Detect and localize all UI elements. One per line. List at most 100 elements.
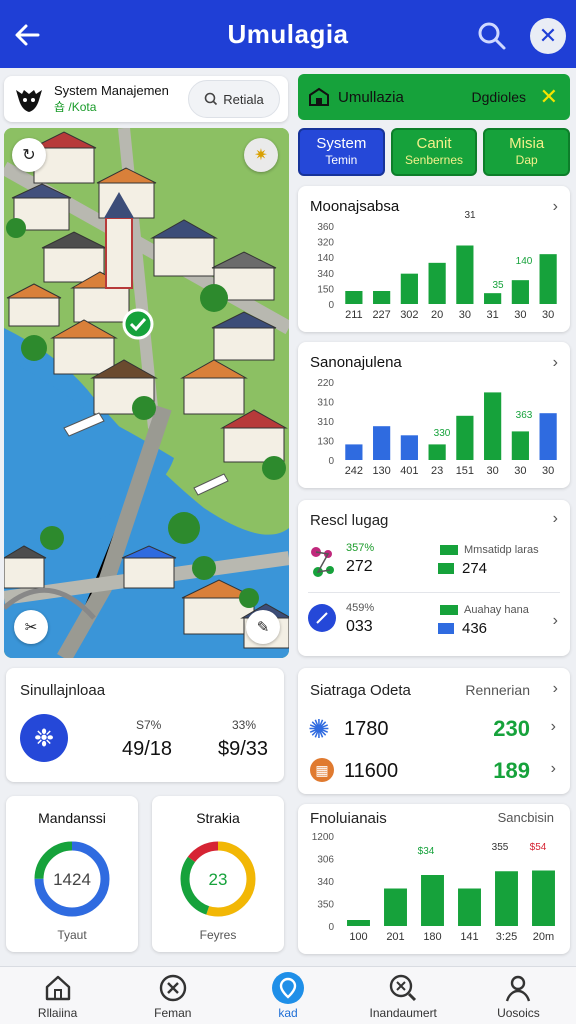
- close-button[interactable]: ✕: [530, 18, 566, 54]
- search-button[interactable]: Retiala: [188, 80, 280, 118]
- gear-icon: ✷: [254, 147, 268, 164]
- molecule-icon: [311, 547, 334, 577]
- stat-card[interactable]: Siatraga Odeta Rennerian › ✺ 1780 230 › …: [298, 668, 570, 794]
- bar: [495, 871, 518, 926]
- refresh-icon: ↻: [22, 147, 36, 164]
- simulation-pct-2: 33%: [232, 718, 257, 732]
- x-tick-label: 180: [423, 931, 441, 943]
- data-label: 363: [516, 410, 533, 421]
- tab-sublabel: Senbernes: [404, 153, 464, 167]
- y-tick-label: 340: [317, 269, 334, 280]
- x-tick-label: 30: [487, 465, 499, 477]
- tab-label: Misia: [509, 135, 545, 152]
- simulation-card[interactable]: Sinullajnloaa ❉ S7% 49/18 33% $9/33: [6, 668, 284, 782]
- data-label: 330: [434, 428, 451, 439]
- bar: [484, 392, 502, 460]
- module-header-bar[interactable]: Umullazia Dgdioles ✕: [298, 74, 570, 120]
- search-button-label: Retiala: [223, 91, 264, 107]
- chart-card-3[interactable]: Fnoluianais Sancbisin 1200 306 340 350 0 100 2…: [298, 804, 570, 954]
- tab-label: System: [316, 135, 367, 152]
- back-arrow-icon[interactable]: [12, 20, 42, 50]
- donut-card-2[interactable]: Strakia 23 Feyres: [152, 796, 284, 952]
- stat-value: 1780: [344, 718, 389, 740]
- tab-label: Canit: [416, 135, 452, 152]
- nav-item-inandaumert[interactable]: Inandaumert: [346, 967, 461, 1024]
- nav-item-kad[interactable]: kad: [230, 967, 345, 1024]
- result-value-2: 274: [438, 560, 487, 577]
- stat-row[interactable]: ▦ 11600 189 ›: [308, 754, 560, 788]
- tools-icon: ✂: [24, 619, 38, 636]
- result-percent: 357%: [346, 542, 375, 554]
- bar: [511, 431, 529, 460]
- bar: [421, 875, 444, 926]
- bar: [345, 444, 363, 460]
- nav-label: Feman: [154, 1005, 192, 1020]
- stat-row[interactable]: ✺ 1780 230 ›: [308, 712, 560, 746]
- donut-card-1[interactable]: Mandanssi 1424 Tyaut: [6, 796, 138, 952]
- map-settings-button[interactable]: ✷: [244, 138, 278, 172]
- x-tick-label: 30: [459, 309, 471, 321]
- legend-label: Mmsatidp laras: [464, 544, 539, 556]
- map-tools-button[interactable]: ✂: [14, 610, 48, 644]
- y-tick-label: 310: [317, 417, 334, 428]
- data-label: $34: [418, 846, 435, 857]
- y-tick-label: 150: [317, 284, 334, 295]
- bar: [484, 293, 502, 304]
- result-row: 459% 033 Auahay hana 436 ›: [308, 602, 560, 646]
- close-circle-icon: [159, 974, 186, 1001]
- data-label: 31: [464, 210, 476, 221]
- system-header-card: System Manajemen 숍 /Kota Retiala: [4, 76, 288, 122]
- bar: [532, 870, 555, 926]
- bull-logo-icon: [16, 90, 42, 112]
- close-icon: ✕: [538, 23, 558, 48]
- x-tick-label: 30: [542, 465, 554, 477]
- x-tick-label: 401: [400, 465, 418, 477]
- y-tick-label: 140: [317, 253, 334, 264]
- tab-misia[interactable]: Misia Dap: [483, 128, 571, 176]
- chart-card-2[interactable]: Sanonajulena › 220 310 310 130 0 242 130 401 23 1…: [298, 342, 570, 488]
- bar: [373, 426, 391, 460]
- tab-bar: System Temin Canit Senbernes Misia Dap: [298, 128, 571, 176]
- tab-canit[interactable]: Canit Senbernes: [390, 128, 478, 176]
- chevron-right-icon[interactable]: ›: [553, 612, 558, 630]
- map-pin-button[interactable]: ✎: [246, 610, 280, 644]
- chevron-right-icon[interactable]: ›: [553, 510, 558, 528]
- bottom-navigation: Rllaiina Feman kad Inandaumert Uosoics: [0, 966, 576, 1024]
- bar-chart-2: 220 310 310 130 0 242 130 401 23 151 30 30 30 330 363: [317, 378, 557, 477]
- result-value-2: 436: [438, 620, 487, 637]
- building-icon: [309, 87, 329, 106]
- nav-item-uosoics[interactable]: Uosoics: [461, 967, 576, 1024]
- chevron-right-icon[interactable]: ›: [553, 680, 558, 698]
- chevron-right-icon[interactable]: ›: [551, 718, 556, 736]
- donut-footer: Tyaut: [57, 928, 87, 942]
- donut-title: Strakia: [196, 810, 240, 826]
- nav-item-home[interactable]: Rllaiina: [0, 967, 115, 1024]
- y-tick-label: 340: [317, 877, 334, 888]
- city-map[interactable]: ↻ ✷ ✂ ✎: [4, 128, 289, 658]
- x-tick-label: 20: [431, 309, 443, 321]
- x-tick-label: 302: [400, 309, 418, 321]
- legend-swatch: [440, 605, 458, 615]
- tab-sublabel: Dap: [515, 153, 538, 167]
- atom-icon: ❉: [33, 724, 55, 752]
- map-locate-button[interactable]: ↻: [12, 138, 46, 172]
- x-tick-label: 242: [345, 465, 363, 477]
- data-label: $54: [530, 842, 547, 853]
- top-app-bar: Umulagia ✕: [0, 0, 576, 68]
- dismiss-icon[interactable]: ✕: [540, 84, 558, 110]
- y-tick-label: 130: [317, 437, 334, 448]
- tab-system[interactable]: System Temin: [298, 128, 385, 176]
- chevron-right-icon[interactable]: ›: [551, 760, 556, 778]
- bar: [347, 920, 370, 926]
- nav-item-feman[interactable]: Feman: [115, 967, 230, 1024]
- bar: [511, 280, 529, 304]
- network-icon: ✺: [308, 714, 330, 744]
- stat-value: 11600: [344, 760, 399, 782]
- chart-card-1[interactable]: Moonajsabsa › 360 320 140 340 150 0 211 227 302 2…: [298, 186, 570, 332]
- donut-value: 1424: [53, 870, 91, 889]
- x-tick-label: 151: [456, 465, 474, 477]
- result-card[interactable]: Rescl lugag › 357% 272 Mmsatidp laras 27…: [298, 500, 570, 656]
- search-icon[interactable]: [476, 20, 508, 52]
- module-right-label: Dgdioles: [471, 89, 526, 105]
- stat-green-value: 189: [493, 758, 530, 783]
